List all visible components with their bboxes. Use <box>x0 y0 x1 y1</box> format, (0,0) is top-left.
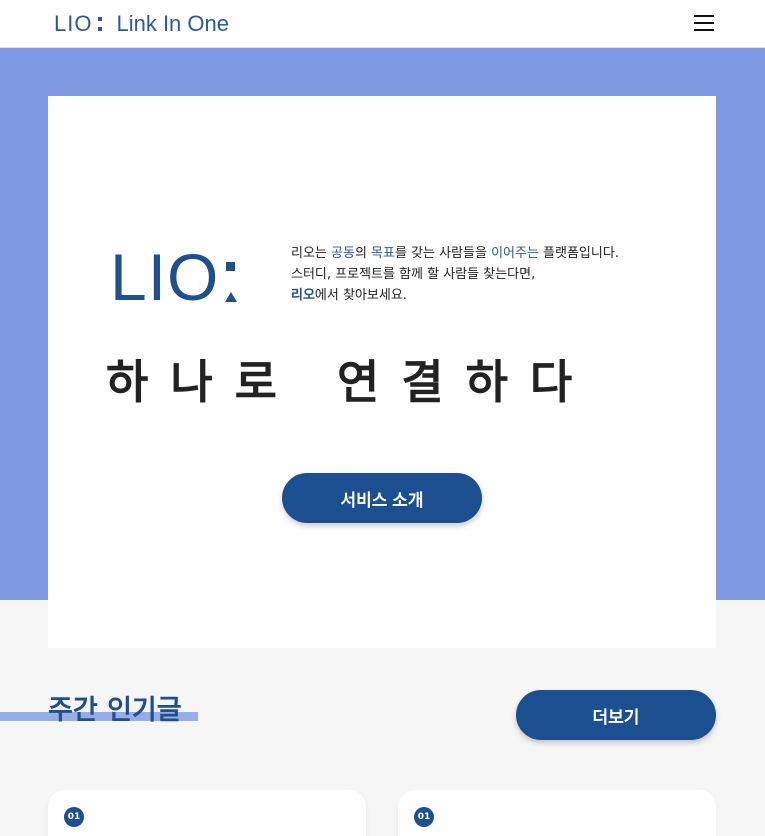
hero-intro-text: 리오는 공동의 목표를 갖는 사람들을 이어주는 플랫폼입니다. 스터디, 프로… <box>291 243 671 306</box>
brand-abbr: LIO <box>54 11 93 36</box>
section-title-weekly-popular: 주간 인기글 <box>48 695 182 726</box>
rank-badge: 01 <box>64 807 84 827</box>
service-intro-button[interactable]: 서비스 소개 <box>282 473 482 523</box>
hamburger-menu-icon[interactable] <box>694 15 714 31</box>
hero-section: LIO 리오는 공동의 목표를 갖는 사람들을 이어주는 플랫폼입니다. 스터디… <box>0 48 765 648</box>
logo-mark-icon <box>225 256 238 308</box>
more-button[interactable]: 더보기 <box>516 690 716 740</box>
hero-logo: LIO <box>110 240 238 314</box>
rank-badge: 01 <box>414 807 434 827</box>
hero-logo-text: LIO <box>110 240 220 314</box>
brand-logo[interactable]: LIO Link In One <box>54 10 229 38</box>
intro-line-1: 리오는 공동의 목표를 갖는 사람들을 이어주는 플랫폼입니다. <box>291 246 619 261</box>
popular-post-card[interactable]: 01 <box>48 790 366 836</box>
brand-colon-mark <box>98 17 103 31</box>
top-navbar: LIO Link In One <box>0 0 765 48</box>
intro-line-3: 리오에서 찾아보세요. <box>291 288 407 303</box>
hero-card: LIO 리오는 공동의 목표를 갖는 사람들을 이어주는 플랫폼입니다. 스터디… <box>48 96 716 648</box>
brand-name: Link In One <box>116 11 229 36</box>
intro-line-2: 스터디, 프로젝트를 함께 할 사람들 찾는다면, <box>291 267 536 282</box>
popular-post-card[interactable]: 01 <box>398 790 716 836</box>
hero-tagline: 하나로 연결하다 <box>106 355 595 409</box>
